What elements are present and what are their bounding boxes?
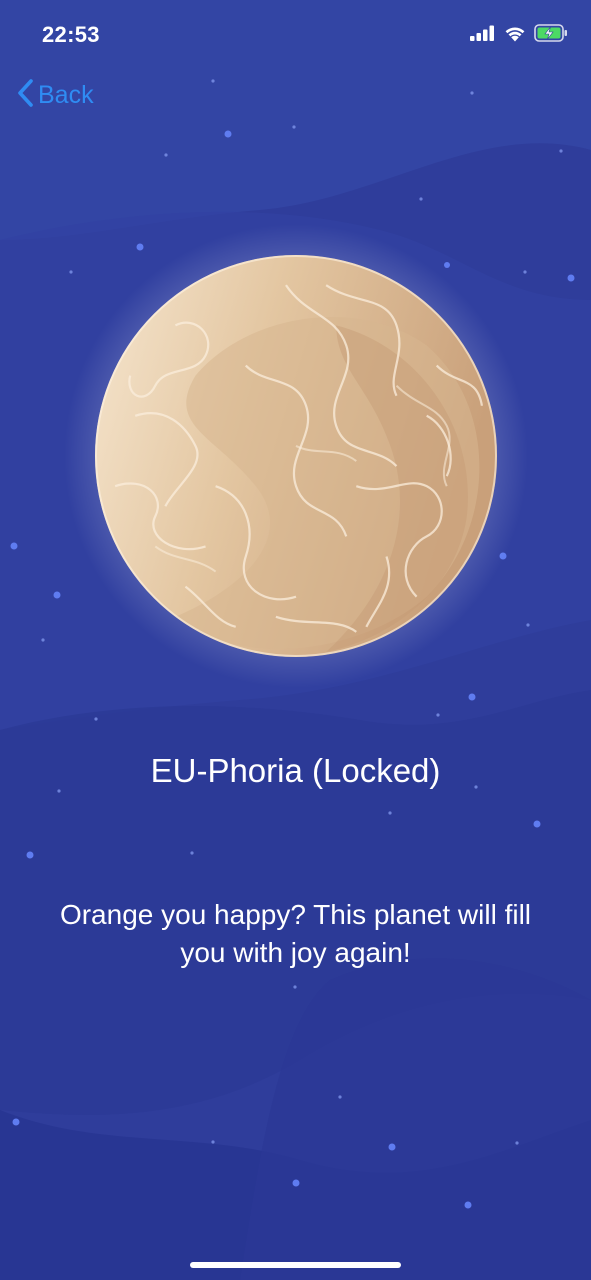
wifi-icon [504,25,526,47]
cellular-signal-icon [470,25,496,46]
chevron-left-icon [16,78,34,113]
planet-title: EU-Phoria (Locked) [150,752,441,789]
status-time: 22:53 [42,22,100,47]
planet-icon [95,255,497,657]
back-label: Back [38,81,94,109]
status-bar: 22:53 [0,0,591,70]
status-icons [470,24,569,47]
back-button[interactable]: Back [16,78,94,113]
battery-charging-icon [534,24,569,47]
planet-detail-screen: 22:53 Back EU-Phoria (Locked) Orange you… [0,0,591,1280]
planet-description: Orange you happy? This planet will fill … [59,899,532,968]
home-indicator[interactable] [190,1262,401,1268]
